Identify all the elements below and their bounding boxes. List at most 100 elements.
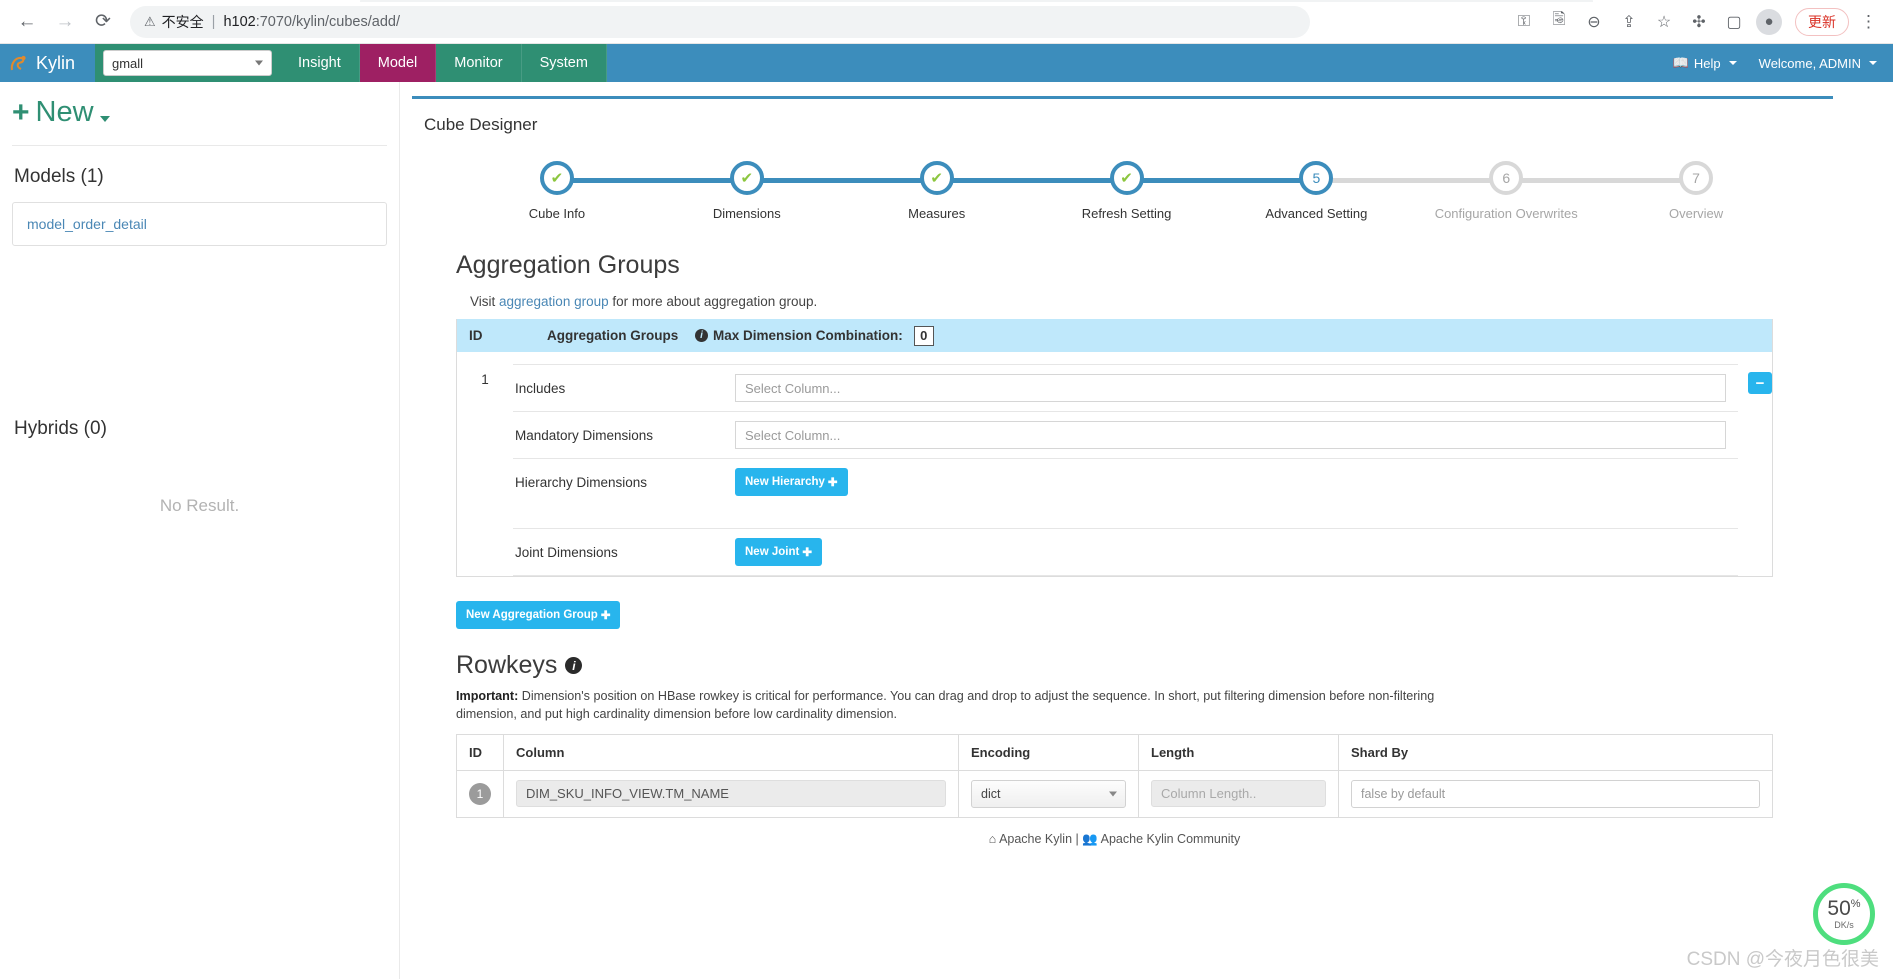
home-icon: ⌂ [988, 831, 997, 846]
row-id-cell: 1 [456, 770, 504, 818]
plus-icon: ✚ [827, 477, 838, 489]
aggregation-table-header: ID Aggregation Groups i Max Dimension Co… [457, 319, 1772, 352]
step-connector [556, 178, 747, 183]
kebab-menu-icon[interactable]: ⋮ [1854, 12, 1883, 32]
hybrids-empty-state: No Result. [159, 496, 240, 515]
apache-kylin-community-link[interactable]: Apache Kylin Community [1101, 832, 1241, 846]
row-encoding-cell: dict [958, 770, 1139, 818]
step-circle: 6 [1489, 161, 1524, 195]
speed-value: 50% [1827, 898, 1860, 919]
cube-designer-card: Cube Designer Cube Info Dimensions Measu… [412, 96, 1833, 847]
field-control: New Joint ✚ [735, 538, 1738, 566]
help-label: Help [1693, 55, 1721, 71]
max-combo-label: Max Dimension Combination: [713, 328, 903, 343]
step-dimensions[interactable]: Dimensions [652, 161, 937, 221]
hybrids-heading: Hybrids (0) [14, 418, 107, 439]
new-aggregation-group-label: New Aggregation Group [466, 609, 598, 621]
step-label: Refresh Setting [1081, 206, 1172, 221]
mandatory-dimensions-select-input[interactable]: Select Column... [735, 421, 1726, 449]
wizard-stepper: Cube Info Dimensions Measures Refresh Se… [462, 161, 1791, 229]
aggregation-help-text: Visit aggregation group for more about a… [456, 294, 1773, 319]
length-input[interactable]: Column Length.. [1151, 780, 1326, 808]
field-hierarchy-dimensions: Hierarchy Dimensions New Hierarchy ✚ [513, 459, 1738, 529]
step-circle [1109, 161, 1144, 195]
step-configuration-overwrites[interactable]: 6 Configuration Overwrites [1411, 161, 1697, 221]
reload-icon[interactable]: ⟳ [86, 5, 120, 39]
forward-icon[interactable]: → [48, 5, 82, 39]
row-order-badge: 1 [469, 782, 491, 805]
step-advanced-setting[interactable]: 5 Advanced Setting [1221, 161, 1507, 221]
address-bar[interactable]: ⚠ 不安全 | h102:7070/kylin/cubes/add/ [130, 5, 1310, 38]
visit-suffix: for more about aggregation group. [608, 294, 818, 309]
chrome-action-icons: ⚿ 🗟 ⊖ ⇪ ☆ ✣ ▢ ● 更新 ⋮ [1509, 7, 1883, 37]
column-header-id: ID [456, 734, 504, 771]
kylin-brand[interactable]: Kylin [0, 44, 95, 82]
info-icon[interactable]: i [565, 657, 583, 674]
column-header-encoding: Encoding [958, 734, 1139, 771]
warning-triangle-icon: ⚠ [144, 13, 156, 29]
translate-icon[interactable]: 🗟 [1544, 7, 1574, 37]
nav-item-system[interactable]: System [521, 44, 607, 82]
step-refresh-setting[interactable]: Refresh Setting [1032, 161, 1317, 221]
step-label: Measures [908, 206, 966, 221]
list-item[interactable]: model_order_detail [12, 202, 387, 246]
rowkeys-title: Rowkeys [456, 651, 558, 679]
profile-avatar-icon[interactable]: ● [1754, 7, 1784, 37]
security-label: 不安全 [161, 13, 204, 30]
step-measures[interactable]: Measures [842, 161, 1127, 221]
step-cube-info[interactable]: Cube Info [462, 161, 747, 221]
update-button[interactable]: 更新 [1795, 7, 1849, 36]
kylin-footer: ⌂ Apache Kylin | 👥 Apache Kylin Communit… [456, 818, 1773, 847]
share-icon[interactable]: ⇪ [1614, 7, 1644, 37]
shard-by-select[interactable]: false by default [1351, 779, 1760, 808]
includes-select-input[interactable]: Select Column... [735, 374, 1726, 402]
step-circle: 7 [1679, 161, 1714, 195]
field-label: Joint Dimensions [515, 545, 618, 560]
table-row[interactable]: 1 DIM_SKU_INFO_VIEW.TM_NAME dict Column … [456, 770, 1773, 818]
nav-item-model[interactable]: Model [359, 44, 437, 82]
nav-item-insight[interactable]: Insight [280, 44, 360, 82]
model-name: model_order_detail [27, 216, 147, 232]
aggregation-group-fields: Includes Select Column... Mandatory Dime… [513, 364, 1738, 576]
aggregation-group-id: 1 [481, 372, 489, 387]
download-speed-badge: 50% DK/s [1813, 883, 1875, 945]
bookmark-star-icon[interactable]: ☆ [1649, 7, 1679, 37]
url-host: h102 [223, 13, 256, 30]
chevron-down-icon [1109, 791, 1117, 797]
password-key-icon[interactable]: ⚿ [1509, 7, 1539, 37]
new-joint-button[interactable]: New Joint ✚ [735, 538, 822, 566]
chevron-down-icon [255, 60, 263, 66]
side-panel-icon[interactable]: ▢ [1719, 7, 1749, 37]
aggregation-groups-title: Aggregation Groups [456, 251, 680, 279]
step-overview[interactable]: 7 Overview [1601, 161, 1791, 221]
back-icon[interactable]: ← [10, 5, 44, 39]
zoom-out-icon[interactable]: ⊖ [1579, 7, 1609, 37]
step-label: Advanced Setting [1265, 206, 1368, 221]
new-hierarchy-button[interactable]: New Hierarchy ✚ [735, 468, 848, 496]
project-select[interactable]: gmall [103, 50, 272, 76]
aggregation-group-link[interactable]: aggregation group [499, 294, 609, 309]
max-combo-input[interactable]: 0 [913, 325, 934, 346]
nav-item-monitor[interactable]: Monitor [436, 44, 522, 82]
remove-aggregation-group-button[interactable]: − [1748, 372, 1772, 394]
important-label: Important: [456, 689, 519, 703]
column-header-column: Column [503, 734, 959, 771]
plus-icon: + [12, 95, 30, 129]
chevron-down-icon [1728, 61, 1737, 65]
column-header-id: ID [469, 328, 483, 343]
shard-by-value: false by default [1361, 786, 1446, 801]
help-menu[interactable]: 📖 Help [1673, 55, 1737, 71]
apache-kylin-link[interactable]: Apache Kylin [999, 832, 1072, 846]
encoding-select[interactable]: dict [971, 779, 1126, 808]
new-aggregation-group-button[interactable]: New Aggregation Group ✚ [456, 601, 621, 629]
brand-text: Kylin [36, 52, 76, 73]
rowkey-column-input[interactable]: DIM_SKU_INFO_VIEW.TM_NAME [516, 780, 946, 808]
user-menu[interactable]: Welcome, ADMIN [1759, 56, 1877, 71]
step-label: Dimensions [712, 206, 781, 221]
step-label: Cube Info [528, 206, 586, 221]
speed-number: 50 [1827, 897, 1851, 920]
new-button[interactable]: + New [12, 82, 387, 145]
book-icon: 📖 [1672, 55, 1689, 70]
url-text: h102:7070/kylin/cubes/add/ [223, 14, 400, 30]
extensions-puzzle-icon[interactable]: ✣ [1684, 7, 1714, 37]
